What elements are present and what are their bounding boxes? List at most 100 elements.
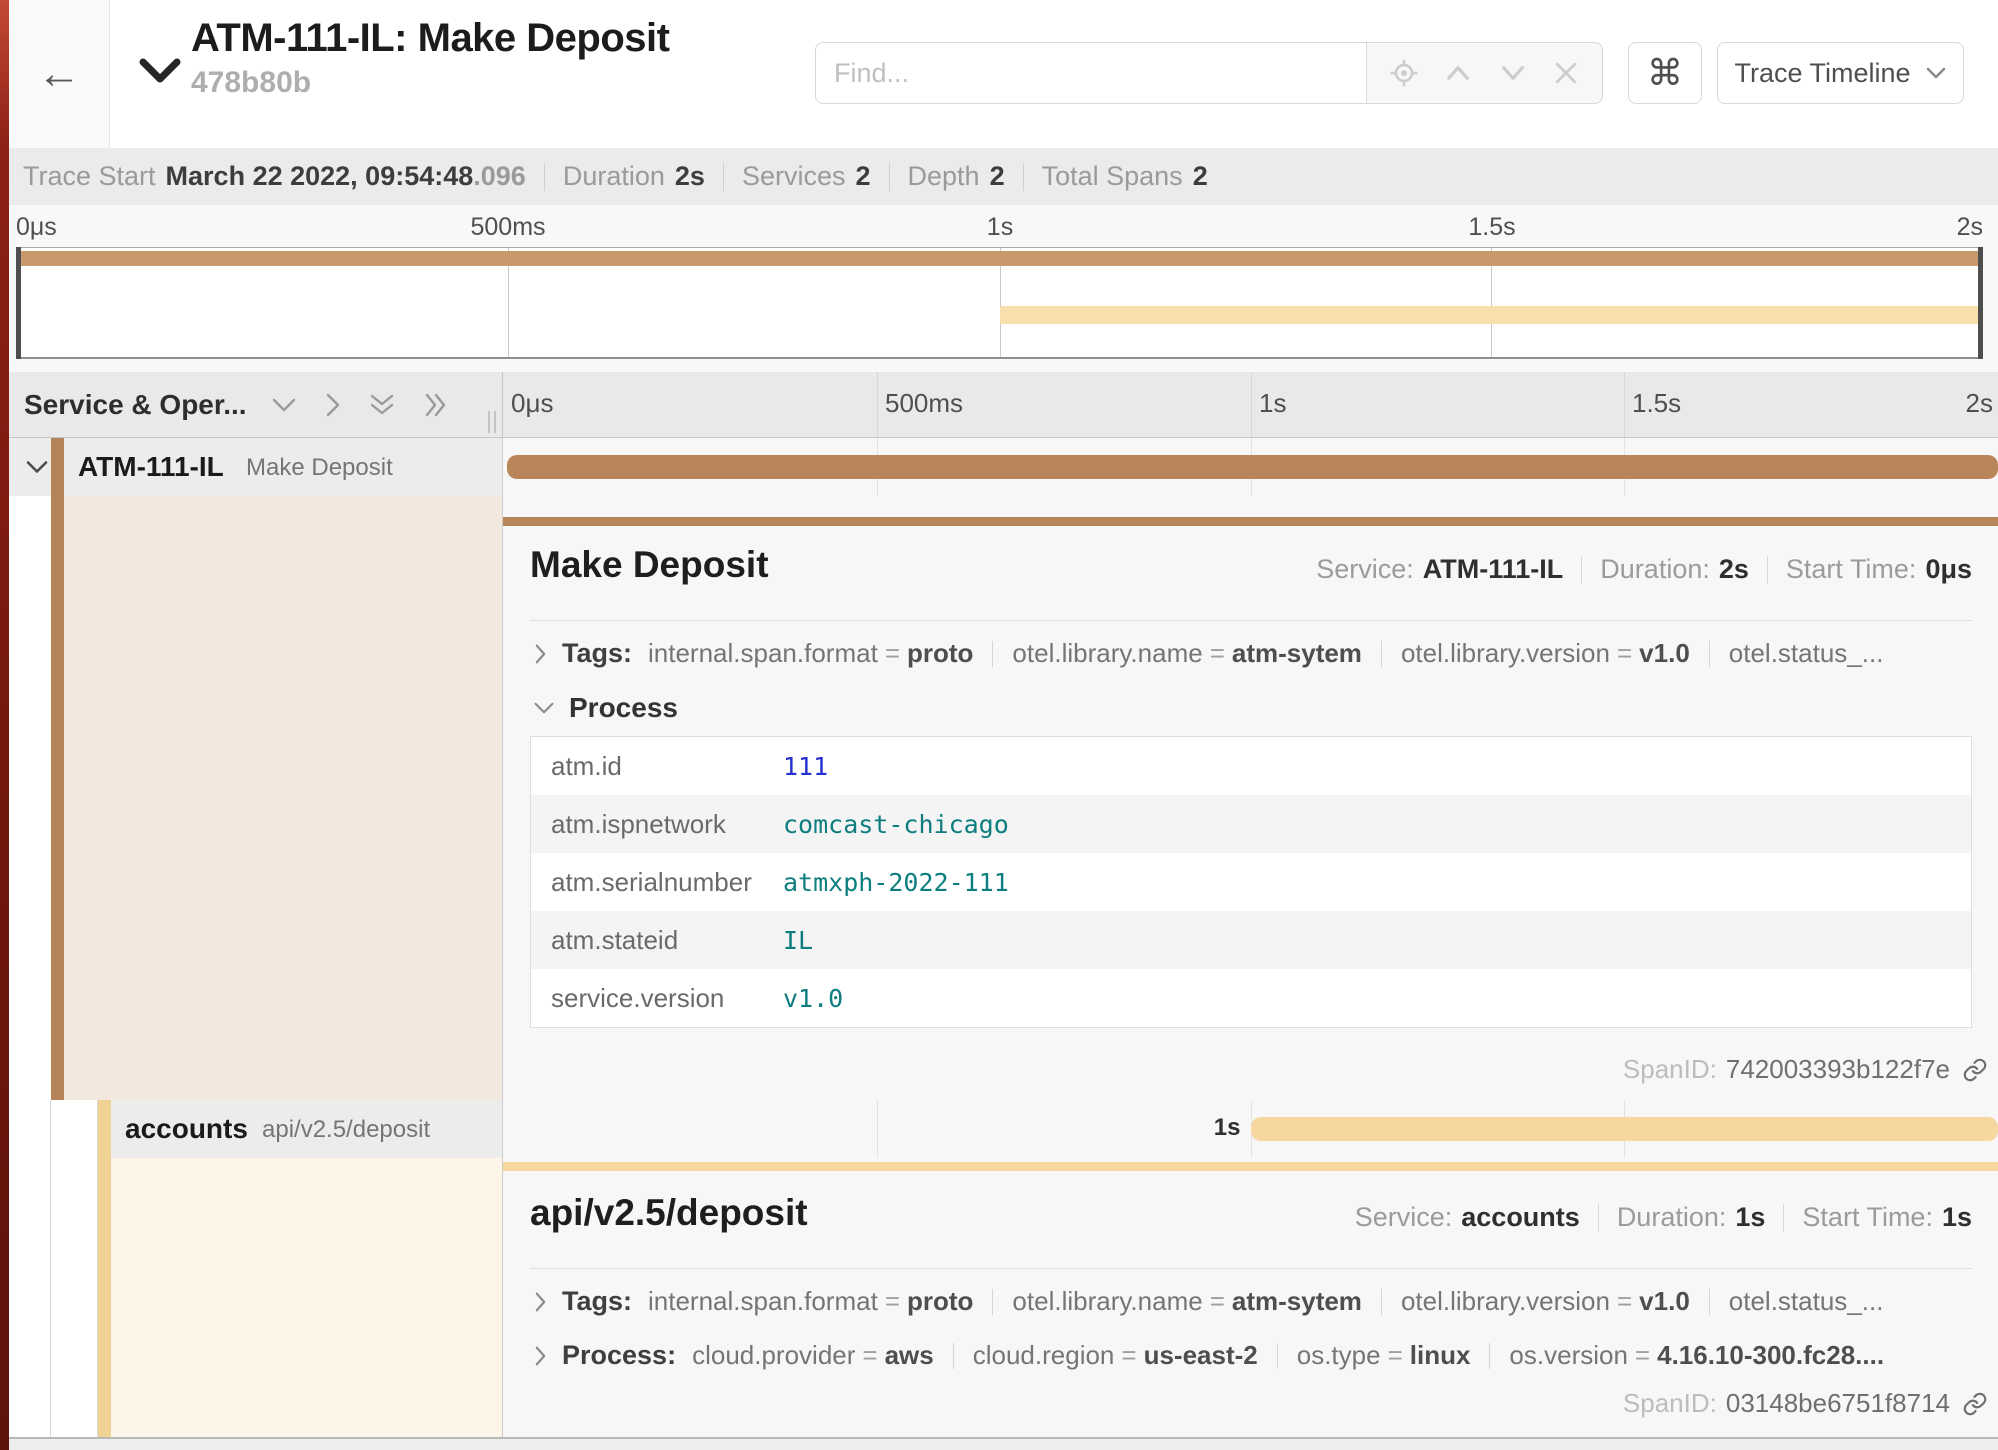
span-color-accent (503, 1162, 1998, 1171)
back-button[interactable]: ← (9, 0, 110, 148)
span-duration-bar[interactable] (1251, 1117, 1998, 1141)
meta-label: Service: (1355, 1202, 1453, 1233)
process-label: Process (569, 692, 678, 724)
trace-view-selector[interactable]: Trace Timeline (1717, 42, 1964, 104)
keyboard-shortcuts-button[interactable]: ⌘ (1628, 42, 1702, 104)
link-icon[interactable] (1962, 1057, 1988, 1083)
column-resize-handle[interactable] (488, 411, 496, 433)
tag-key: otel.library.name (1012, 638, 1202, 669)
minimap-tick: 500ms (470, 213, 545, 242)
tags-row[interactable]: Tags: internal.span.format = proto otel.… (533, 1286, 1972, 1317)
clear-find-icon[interactable] (1551, 58, 1581, 88)
chevron-down-icon (25, 460, 49, 475)
timeline-gridline (1624, 372, 1625, 437)
locate-match-icon[interactable] (1388, 57, 1420, 89)
process-equals: = (1388, 1340, 1403, 1371)
process-value: us-east-2 (1144, 1340, 1258, 1371)
tag-value: atm-sytem (1232, 638, 1362, 669)
bottom-edge (9, 1437, 1998, 1450)
next-match-icon[interactable] (1497, 57, 1529, 89)
summary-label: Services (742, 161, 846, 192)
chevron-right-icon (533, 1290, 548, 1314)
chevron-down-icon (533, 701, 555, 715)
indent-shade (111, 1158, 502, 1437)
tag-equals: = (885, 1286, 900, 1317)
collapse-span-chevron[interactable] (25, 460, 49, 475)
span-row-atm-111-il[interactable]: ATM-111-IL Make Deposit (9, 438, 1998, 496)
process-key: atm.stateid (531, 925, 783, 956)
service-color-stripe (51, 496, 64, 1100)
summary-item: Depth 2 (871, 161, 1005, 192)
summary-value: March 22 2022, 09:54:48 (166, 161, 474, 192)
collapse-one-level-icon[interactable] (325, 392, 341, 418)
detail-indent-cell (9, 496, 503, 1100)
detail-panel: api/v2.5/deposit Service: accounts Durat… (503, 1158, 1998, 1437)
minimap-tick: 0μs (16, 213, 57, 242)
span-id-label: SpanID: (1623, 1388, 1717, 1419)
meta-item: Start Time: 1s (1765, 1202, 1972, 1233)
meta-value: 2s (1719, 554, 1749, 585)
chevron-right-icon (533, 642, 548, 666)
tags-label: Tags: (562, 638, 632, 669)
span-id-row: SpanID: 742003393b122f7e (1623, 1054, 1988, 1085)
meta-label: Duration: (1617, 1202, 1727, 1233)
tag-key: otel.status_... (1729, 638, 1884, 669)
timeline-gridline (877, 1100, 878, 1158)
timeline-gridline (877, 372, 878, 437)
minimap-span-bar-1 (16, 251, 1983, 266)
tag-equals: = (1617, 1286, 1632, 1317)
span-duration-bar[interactable] (507, 455, 1998, 479)
meta-value: accounts (1461, 1202, 1580, 1233)
summary-value: 2 (855, 161, 870, 192)
timeline-tick: 1s (1259, 388, 1286, 419)
indent-guide (9, 1158, 51, 1437)
minimap-tick: 2s (1957, 213, 1983, 242)
minimap-tick: 1s (987, 213, 1013, 242)
timeline-minimap: 0μs 500ms 1s 1.5s 2s (9, 205, 1998, 372)
expand-all-icon[interactable] (369, 392, 395, 418)
find-input[interactable] (815, 42, 1367, 104)
meta-value: 1s (1735, 1202, 1765, 1233)
chevron-down-icon (1925, 66, 1947, 80)
process-key: cloud.provider (692, 1340, 855, 1371)
prev-match-icon[interactable] (1442, 57, 1474, 89)
meta-item: Service: accounts (1355, 1202, 1580, 1233)
process-key: atm.id (531, 751, 783, 782)
meta-item: Duration: 1s (1580, 1202, 1766, 1233)
find-controls (1367, 42, 1603, 104)
expand-one-level-icon[interactable] (271, 397, 297, 413)
command-icon: ⌘ (1647, 52, 1683, 94)
tags-row[interactable]: Tags: internal.span.format = proto otel.… (533, 638, 1972, 669)
summary-item: Total Spans 2 (1005, 161, 1208, 192)
process-row: atm.ispnetwork comcast-chicago (531, 795, 1971, 853)
timeline-tick: 500ms (885, 388, 963, 419)
span-row-accounts[interactable]: accounts api/v2.5/deposit 1s (9, 1100, 1998, 1158)
service-name: accounts (125, 1113, 248, 1145)
process-section-toggle[interactable]: Process (533, 692, 678, 724)
tags-list: internal.span.format = proto otel.librar… (648, 1286, 1897, 1317)
tag-item: internal.span.format = proto (648, 638, 973, 669)
meta-item: Duration: 2s (1563, 554, 1749, 585)
process-row-inline[interactable]: Process: cloud.provider = aws cloud.regi… (533, 1340, 1972, 1371)
process-kv-item: os.type = linux (1258, 1340, 1471, 1371)
collapse-all-icon[interactable] (423, 392, 449, 418)
minimap-right-handle[interactable] (1978, 247, 1983, 359)
minimap-viewport[interactable] (16, 247, 1983, 359)
span-detail-make-deposit: Make Deposit Service: ATM-111-IL Duratio… (9, 496, 1998, 1100)
collapse-trace-toggle[interactable] (139, 58, 181, 84)
process-value: 111 (783, 752, 828, 781)
service-color-stripe (98, 1158, 111, 1437)
summary-item: Services 2 (705, 161, 871, 192)
tag-item: otel.library.version = v1.0 (1362, 638, 1690, 669)
minimap-tick: 1.5s (1468, 213, 1515, 242)
span-table-header: Service & Oper... 0μs 500ms 1s 1.5s 2s (9, 372, 1998, 438)
process-equals: = (862, 1340, 877, 1371)
minimap-left-handle[interactable] (16, 247, 21, 359)
detail-panel: Make Deposit Service: ATM-111-IL Duratio… (503, 496, 1998, 1100)
span-row-timeline-cell (503, 438, 1998, 496)
span-id-label: SpanID: (1623, 1054, 1717, 1085)
link-icon[interactable] (1962, 1391, 1988, 1417)
span-id-value: 03148be6751f8714 (1726, 1388, 1950, 1419)
tag-item: otel.library.name = atm-sytem (973, 1286, 1362, 1317)
span-detail-title: api/v2.5/deposit (530, 1192, 808, 1234)
